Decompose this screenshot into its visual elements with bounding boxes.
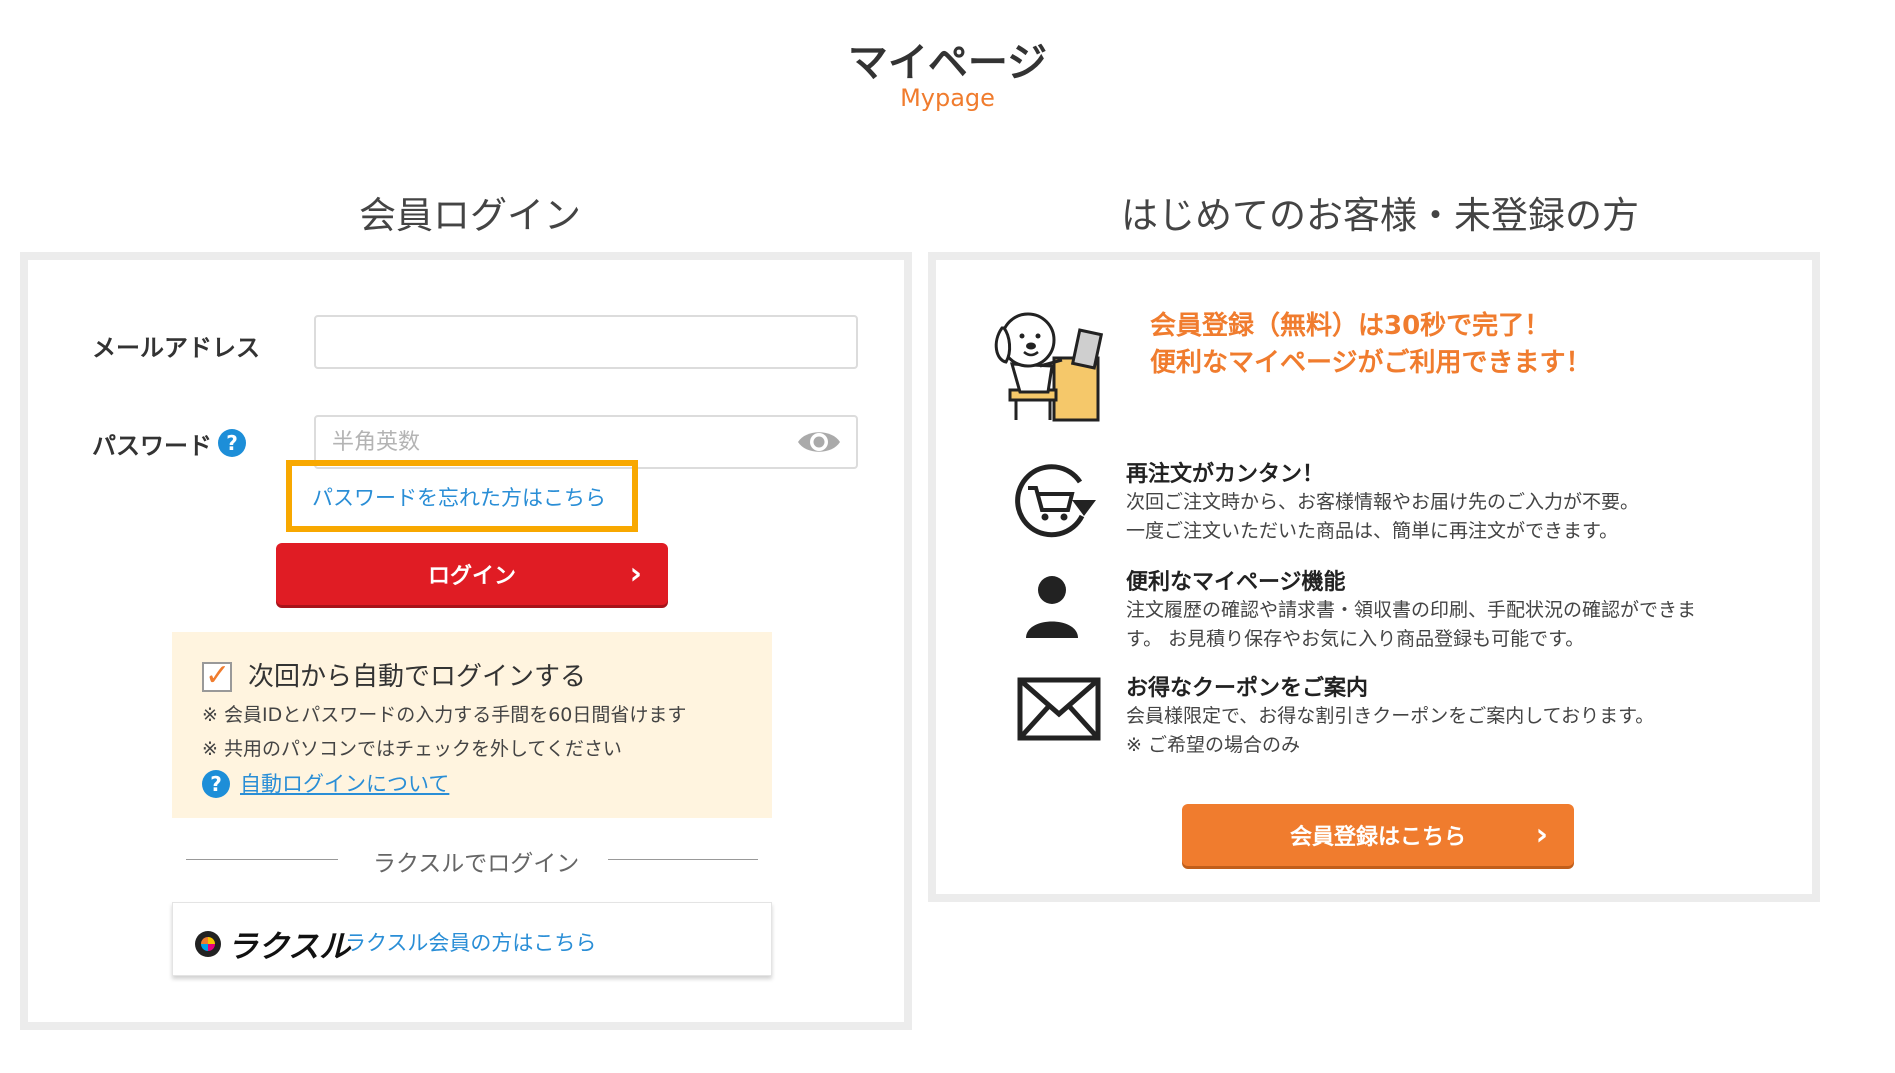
feature-desc-mypage-2: す。 お見積り保存やお気に入り商品登録も可能です。: [1126, 628, 1585, 650]
raksul-logo: ラクスル: [227, 929, 351, 965]
register-panel: 会員登録（無料）は30秒で完了！ 便利なマイページがご利用できます！ 再注文がカ…: [928, 252, 1820, 902]
feature-desc-coupon-2: ※ ご希望の場合のみ: [1126, 734, 1300, 756]
divider-text: ラクスルでログイン: [373, 851, 580, 877]
auto-login-box: ✓ 次回から自動でログインする ※ 会員IDとパスワードの入力する手間を60日間…: [172, 632, 772, 818]
raksul-login-link: ラクスル会員の方はこちら: [345, 931, 597, 955]
user-icon: [1020, 572, 1084, 640]
feature-title-mypage: 便利なマイページ機能: [1126, 570, 1346, 595]
auto-login-help-link[interactable]: 自動ログインについて: [240, 768, 449, 798]
cart-reorder-icon: [1010, 460, 1100, 540]
register-heading: はじめてのお客様・未登録の方: [1121, 194, 1639, 237]
login-heading: 会員ログイン: [359, 194, 581, 237]
chevron-right-icon: ›: [1535, 817, 1548, 853]
auto-login-note-2: ※ 共用のパソコンではチェックを外してください: [202, 738, 622, 760]
divider-line-right: [608, 859, 758, 860]
register-button[interactable]: 会員登録はこちら ›: [1182, 804, 1574, 866]
auto-login-note-1: ※ 会員IDとパスワードの入力する手間を60日間省けます: [202, 704, 687, 726]
login-panel: メールアドレス パスワード ? パスワードを忘れた方はこちら ログイン › ✓ …: [20, 252, 912, 1030]
feature-desc-mypage-1: 注文履歴の確認や請求書・領収書の印刷、手配状況の確認ができま: [1126, 599, 1697, 621]
envelope-icon: [1016, 674, 1102, 744]
feature-desc-reorder-1: 次回ご注文時から、お客様情報やお届け先のご入力が不要。: [1126, 491, 1640, 513]
chevron-right-icon: ›: [629, 556, 642, 592]
email-label: メールアドレス: [92, 334, 260, 362]
page-subtitle: Mypage: [900, 84, 995, 112]
page-title: マイページ: [847, 40, 1048, 86]
promo-line-1: 会員登録（無料）は30秒で完了！: [1150, 311, 1551, 341]
auto-login-label: 次回から自動でログインする: [248, 662, 587, 692]
raksul-logo-icon: [195, 931, 221, 957]
login-button[interactable]: ログイン ›: [276, 543, 668, 605]
auto-login-checkbox[interactable]: ✓: [202, 658, 232, 693]
register-button-label: 会員登録はこちら: [1289, 825, 1466, 850]
login-button-label: ログイン: [427, 564, 516, 589]
auto-login-help-icon[interactable]: ?: [202, 770, 230, 798]
feature-title-reorder: 再注文がカンタン！: [1126, 462, 1325, 487]
feature-desc-reorder-2: 一度ご注文いただいた商品は、簡単に再注文ができます。: [1126, 520, 1619, 542]
password-help-icon[interactable]: ?: [218, 429, 246, 457]
raksul-login-button[interactable]: ラクスル ラクスル会員の方はこちら: [172, 902, 772, 976]
promo-line-2: 便利なマイページがご利用できます！: [1150, 348, 1592, 378]
password-label: パスワード: [92, 432, 212, 460]
feature-desc-coupon-1: 会員様限定で、お得な割引きクーポンをご案内しております。: [1126, 705, 1655, 727]
dog-mascot-icon: [990, 302, 1112, 424]
feature-title-coupon: お得なクーポンをご案内: [1126, 676, 1369, 701]
divider-line-left: [186, 859, 338, 860]
eye-icon[interactable]: [796, 426, 842, 458]
email-input[interactable]: [314, 315, 858, 369]
forgot-password-link[interactable]: パスワードを忘れた方はこちら: [312, 482, 606, 512]
checkmark-icon: ✓: [205, 658, 231, 693]
